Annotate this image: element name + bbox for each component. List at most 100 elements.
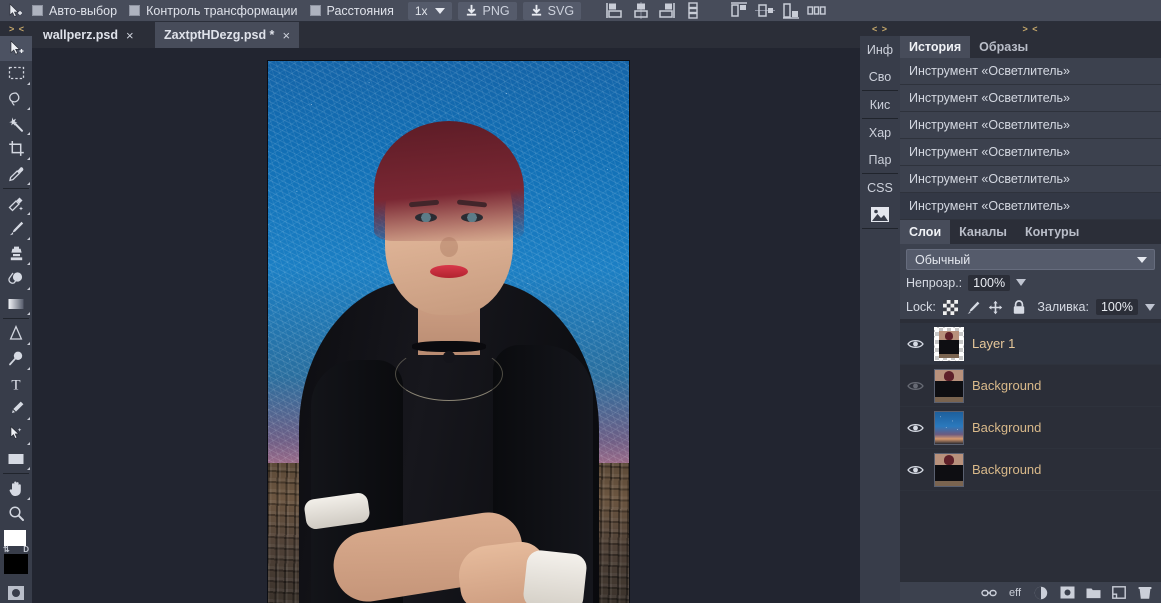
tool-type[interactable]: T xyxy=(0,371,32,396)
tool-eraser[interactable] xyxy=(0,266,32,291)
toolbar-collapse-button[interactable]: > < xyxy=(0,22,34,36)
layer-effects-icon[interactable]: eff xyxy=(1007,585,1023,601)
new-group-icon[interactable] xyxy=(1085,585,1101,601)
tool-move[interactable] xyxy=(0,36,32,61)
layer-row-layer-1[interactable]: Layer 1 xyxy=(900,323,1161,365)
export-png-button[interactable]: PNG xyxy=(457,1,517,20)
color-swatches[interactable]: ⇅ D xyxy=(0,530,32,576)
distribute-horizontal-icon[interactable] xyxy=(805,1,829,21)
align-middle-vertical-icon[interactable] xyxy=(753,1,777,21)
option-transform-controls[interactable]: Контроль трансформации xyxy=(127,0,307,22)
tool-pen[interactable] xyxy=(0,396,32,421)
tool-clone-stamp[interactable] xyxy=(0,241,32,266)
lock-image-icon[interactable] xyxy=(966,299,982,315)
rail-tab-css[interactable]: CSS xyxy=(860,174,900,201)
tab-snapshots[interactable]: Образы xyxy=(970,36,1037,58)
history-item[interactable]: Инструмент «Осветлитель» xyxy=(900,85,1161,112)
layer-mask-icon[interactable] xyxy=(1059,585,1075,601)
layer-row-background-2[interactable]: Background xyxy=(900,407,1161,449)
opacity-slider-toggle-icon[interactable] xyxy=(1016,279,1027,286)
lock-all-icon[interactable] xyxy=(1011,299,1027,315)
tool-gradient[interactable] xyxy=(0,291,32,316)
opacity-value[interactable]: 100% xyxy=(968,274,1011,291)
delete-layer-icon[interactable] xyxy=(1137,585,1153,601)
layer-name[interactable]: Background xyxy=(972,420,1041,435)
fill-slider-toggle-icon[interactable] xyxy=(1144,303,1155,311)
checkbox-distances[interactable] xyxy=(309,5,321,16)
tool-eyedropper[interactable] xyxy=(0,161,32,186)
layer-visibility-icon[interactable] xyxy=(904,422,926,434)
align-right-icon[interactable] xyxy=(655,1,679,21)
new-layer-icon[interactable] xyxy=(1111,585,1127,601)
layer-name[interactable]: Background xyxy=(972,378,1041,393)
layer-visibility-icon[interactable] xyxy=(904,464,926,476)
rail-tab-character[interactable]: Хар xyxy=(860,119,900,146)
checkbox-transform-controls[interactable] xyxy=(129,5,141,16)
rail-tab-brushes[interactable]: Кис xyxy=(860,91,900,118)
adjustment-layer-icon[interactable] xyxy=(1033,585,1049,601)
rail-tab-info[interactable]: Инф xyxy=(860,36,900,63)
option-auto-select[interactable]: Авто-выбор xyxy=(30,0,127,22)
fill-value[interactable]: 100% xyxy=(1095,299,1138,315)
layer-thumbnail[interactable] xyxy=(934,410,964,445)
rail-tab-image[interactable] xyxy=(860,201,900,228)
layer-row-background-1[interactable]: Background xyxy=(900,365,1161,407)
tool-lasso[interactable] xyxy=(0,86,32,111)
background-color-swatch[interactable] xyxy=(4,554,28,574)
history-item[interactable]: Инструмент «Осветлитель» xyxy=(900,166,1161,193)
foreground-color-swatch[interactable] xyxy=(4,530,26,546)
tool-brush[interactable] xyxy=(0,216,32,241)
tab-history[interactable]: История xyxy=(900,36,971,58)
history-item-current[interactable]: Инструмент «Осветлитель» xyxy=(900,193,1161,220)
canvas-viewport[interactable] xyxy=(32,48,860,603)
lock-position-icon[interactable] xyxy=(988,299,1004,315)
layer-visibility-icon[interactable] xyxy=(904,380,926,392)
tool-hand[interactable] xyxy=(0,476,32,501)
layer-thumbnail[interactable] xyxy=(934,452,964,487)
align-bottom-icon[interactable] xyxy=(779,1,803,21)
lock-transparency-icon[interactable] xyxy=(943,299,959,315)
rail-collapse-button[interactable]: < > xyxy=(860,22,900,36)
tool-healing-brush[interactable] xyxy=(0,191,32,216)
option-distances[interactable]: Расстояния xyxy=(308,0,404,22)
tool-rectangular-marquee[interactable] xyxy=(0,61,32,86)
tab-layers[interactable]: Слои xyxy=(900,220,951,244)
layer-name[interactable]: Background xyxy=(972,462,1041,477)
close-icon[interactable]: × xyxy=(126,28,134,43)
blend-mode-select[interactable]: Обычный xyxy=(906,249,1155,270)
layer-visibility-icon[interactable] xyxy=(904,338,926,350)
tool-shape[interactable] xyxy=(0,446,32,471)
document-tab-wallperz[interactable]: wallperz.psd × xyxy=(34,22,143,48)
history-item[interactable]: Инструмент «Осветлитель» xyxy=(900,139,1161,166)
panels-collapse-button[interactable]: > < xyxy=(900,22,1161,36)
align-top-icon[interactable] xyxy=(727,1,751,21)
history-item[interactable]: Инструмент «Осветлитель» xyxy=(900,58,1161,85)
layer-thumbnail[interactable] xyxy=(934,326,964,361)
quick-mask-toggle[interactable] xyxy=(0,580,32,603)
tool-dodge[interactable] xyxy=(0,346,32,371)
tool-path-selection[interactable] xyxy=(0,421,32,446)
layer-thumbnail[interactable] xyxy=(934,368,964,403)
rail-tab-properties[interactable]: Сво xyxy=(860,63,900,90)
tab-paths[interactable]: Контуры xyxy=(1016,220,1088,244)
align-left-icon[interactable] xyxy=(603,1,627,21)
document-canvas[interactable] xyxy=(268,61,629,603)
align-center-horizontal-icon[interactable] xyxy=(629,1,653,21)
tool-blur[interactable] xyxy=(0,321,32,346)
tab-channels[interactable]: Каналы xyxy=(950,220,1016,244)
export-svg-button[interactable]: SVG xyxy=(522,1,582,20)
layer-name[interactable]: Layer 1 xyxy=(972,336,1015,351)
rail-tab-paragraph[interactable]: Пар xyxy=(860,146,900,173)
document-tab-zaxtpthdezg[interactable]: ZaxtptHDezg.psd * × xyxy=(155,22,300,48)
distribute-vertical-icon[interactable] xyxy=(681,1,705,21)
checkbox-auto-select[interactable] xyxy=(32,5,43,16)
link-layers-icon[interactable] xyxy=(981,585,997,601)
swap-colors-icon[interactable]: ⇅ xyxy=(3,545,10,554)
zoom-level-select[interactable]: 1x xyxy=(407,1,452,20)
tool-magic-wand[interactable] xyxy=(0,111,32,136)
tool-zoom[interactable] xyxy=(0,501,32,526)
tool-crop[interactable] xyxy=(0,136,32,161)
history-item[interactable]: Инструмент «Осветлитель» xyxy=(900,112,1161,139)
layer-row-background-3[interactable]: Background xyxy=(900,449,1161,491)
close-icon[interactable]: × xyxy=(282,28,290,43)
